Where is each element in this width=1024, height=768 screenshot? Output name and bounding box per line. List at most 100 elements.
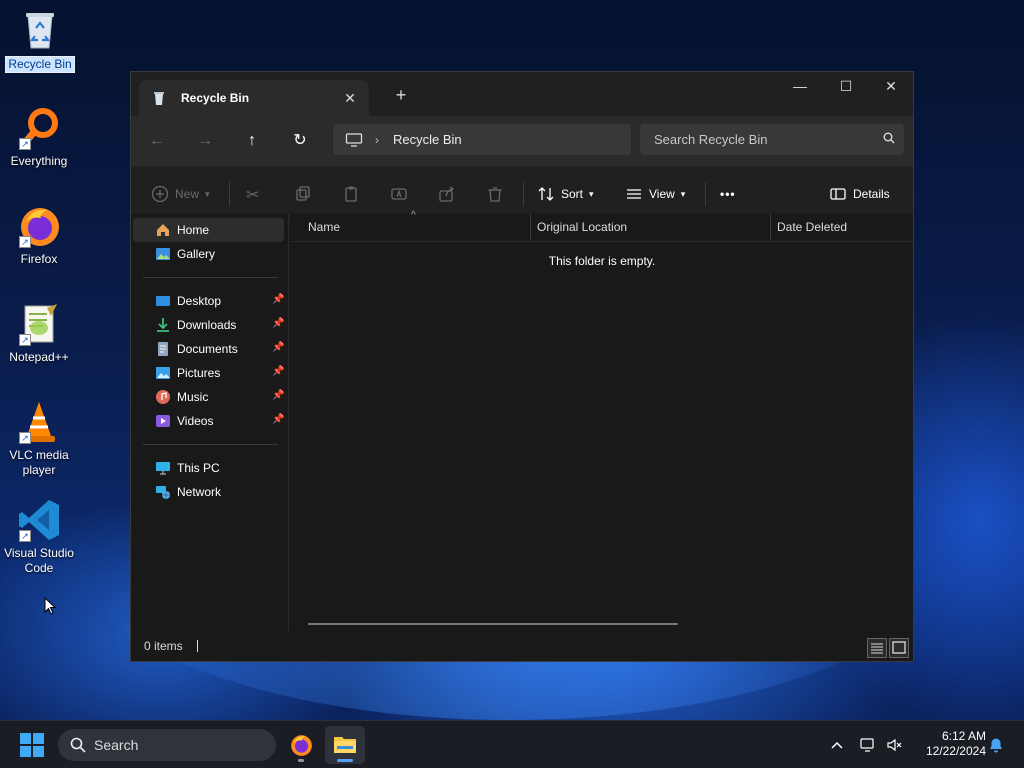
pin-icon[interactable]: 📌	[272, 390, 284, 402]
sidebar-item-this-pc[interactable]: This PC	[131, 456, 288, 480]
desktop-icon-recycle-bin[interactable]: Recycle Bin	[1, 8, 79, 73]
horizontal-scrollbar[interactable]	[308, 623, 678, 625]
breadcrumb-location[interactable]: Recycle Bin	[393, 132, 462, 147]
desktop-icon-firefox[interactable]: ↗ Firefox	[0, 204, 78, 267]
toolbar-divider	[229, 182, 230, 206]
shortcut-arrow-icon: ↗	[19, 334, 31, 346]
address-bar[interactable]: › Recycle Bin	[333, 124, 631, 155]
everything-search-icon: ↗	[17, 106, 61, 150]
title-bar[interactable]: Recycle Bin ✕ + — ☐ ✕	[131, 72, 913, 116]
desktop-icon-vlc[interactable]: ↗ VLC media player	[0, 400, 78, 478]
search-box[interactable]: Search Recycle Bin	[640, 124, 904, 155]
speaker-muted-icon	[887, 738, 902, 752]
pin-icon[interactable]: 📌	[272, 318, 284, 330]
this-pc-icon	[155, 460, 171, 476]
taskbar-app-firefox[interactable]	[281, 726, 321, 764]
file-explorer-icon	[334, 737, 356, 753]
details-view-icon	[871, 643, 883, 654]
sidebar-item-label: Gallery	[177, 247, 216, 261]
notifications-button[interactable]	[988, 721, 1004, 768]
pin-icon[interactable]: 📌	[272, 294, 284, 306]
volume-button[interactable]	[886, 721, 902, 768]
details-view-button[interactable]	[867, 638, 887, 658]
pictures-folder-icon	[155, 365, 171, 381]
sidebar-divider	[143, 444, 278, 445]
sidebar-item-label: Documents	[177, 342, 238, 356]
details-button[interactable]: Details	[829, 182, 890, 206]
details-pane-icon	[829, 185, 847, 203]
new-tab-button[interactable]: +	[387, 84, 415, 108]
copy-button[interactable]	[294, 182, 318, 206]
refresh-icon[interactable]: ↻	[286, 128, 314, 154]
vscode-icon: ↗	[17, 498, 61, 542]
minimize-button[interactable]: —	[777, 72, 823, 102]
desktop-icon-vscode[interactable]: ↗ Visual Studio Code	[0, 498, 78, 576]
tab-recycle-bin[interactable]: Recycle Bin ✕	[139, 80, 369, 116]
gallery-icon	[155, 246, 171, 262]
delete-button[interactable]	[486, 182, 510, 206]
file-explorer-window[interactable]: Recycle Bin ✕ + — ☐ ✕ ← → ↑ ↻ › Recycle …	[130, 71, 914, 662]
navigation-bar: ← → ↑ ↻ › Recycle Bin Search Recycle Bin	[131, 116, 913, 166]
pin-icon[interactable]: 📌	[272, 342, 284, 354]
bell-icon	[990, 738, 1002, 753]
sidebar-item-pictures[interactable]: Pictures 📌	[131, 361, 288, 385]
desktop-icon-label: VLC media player	[9, 448, 69, 477]
search-icon[interactable]	[874, 132, 904, 147]
forward-arrow-icon[interactable]: →	[191, 128, 219, 154]
sidebar-item-network[interactable]: Network	[131, 480, 288, 504]
taskbar-search-box[interactable]: Search	[58, 729, 276, 761]
sidebar-item-downloads[interactable]: Downloads 📌	[131, 313, 288, 337]
column-header-name[interactable]: Name	[308, 220, 340, 234]
desktop-icon-label: Notepad++	[9, 350, 69, 364]
details-label: Details	[853, 187, 890, 201]
column-divider[interactable]	[770, 214, 771, 240]
maximize-button[interactable]: ☐	[823, 72, 869, 102]
column-header-original-location[interactable]: Original Location	[537, 220, 627, 234]
start-button[interactable]	[20, 733, 44, 757]
column-divider[interactable]	[530, 214, 531, 240]
column-header-row: ^ Name Original Location Date Deleted	[290, 210, 913, 242]
sidebar-item-label: Desktop	[177, 294, 222, 308]
sidebar-item-music[interactable]: Music 📌	[131, 385, 288, 409]
pin-icon[interactable]: 📌	[272, 414, 284, 426]
taskbar-app-file-explorer[interactable]	[325, 726, 365, 764]
cut-button[interactable]: ✂	[246, 182, 270, 206]
chevron-right-icon[interactable]: ›	[375, 133, 379, 147]
sidebar-item-videos[interactable]: Videos 📌	[131, 409, 288, 433]
paste-button[interactable]	[342, 182, 366, 206]
sidebar-item-home[interactable]: Home	[133, 218, 284, 242]
taskbar-clock[interactable]: 6:12 AM 12/22/2024	[916, 729, 986, 759]
sidebar-item-label: Music	[177, 390, 209, 404]
tiles-view-button[interactable]	[889, 638, 909, 658]
new-button[interactable]: New ▾	[151, 182, 210, 206]
firefox-icon: ↗	[17, 204, 61, 248]
tab-close-icon[interactable]: ✕	[337, 90, 363, 107]
search-input[interactable]: Search Recycle Bin	[654, 132, 874, 147]
up-arrow-icon[interactable]: ↑	[238, 128, 266, 154]
search-icon	[70, 737, 86, 753]
sort-label: Sort	[561, 187, 584, 201]
desktop-icon-everything[interactable]: ↗ Everything	[0, 106, 78, 169]
trash-icon	[486, 185, 504, 203]
sidebar-item-documents[interactable]: Documents 📌	[131, 337, 288, 361]
pin-icon[interactable]: 📌	[272, 366, 284, 378]
show-hidden-icons-button[interactable]	[830, 721, 844, 768]
network-status-button[interactable]	[860, 721, 878, 768]
share-button[interactable]	[438, 182, 462, 206]
desktop-icon-label: Firefox	[20, 252, 58, 266]
sidebar-item-gallery[interactable]: Gallery	[131, 242, 288, 266]
column-header-date-deleted[interactable]: Date Deleted	[777, 220, 847, 234]
more-options-button[interactable]: •••	[720, 182, 736, 206]
view-button[interactable]: View ▾	[625, 182, 685, 206]
navigation-pane: Home Gallery Desktop 📌 Downloads 📌 Docum…	[131, 214, 289, 631]
desktop-icon-notepadpp[interactable]: ↗ Notepad++	[0, 302, 78, 365]
file-list-area[interactable]: ^ Name Original Location Date Deleted Th…	[290, 210, 913, 631]
sort-button[interactable]: Sort ▾	[537, 182, 594, 206]
shortcut-arrow-icon: ↗	[19, 530, 31, 542]
active-indicator	[337, 759, 353, 762]
back-arrow-icon[interactable]: ←	[143, 128, 171, 154]
sidebar-item-desktop[interactable]: Desktop 📌	[131, 289, 288, 313]
close-button[interactable]: ✕	[868, 72, 914, 102]
network-disconnected-icon	[860, 738, 874, 752]
rename-button[interactable]	[390, 182, 414, 206]
